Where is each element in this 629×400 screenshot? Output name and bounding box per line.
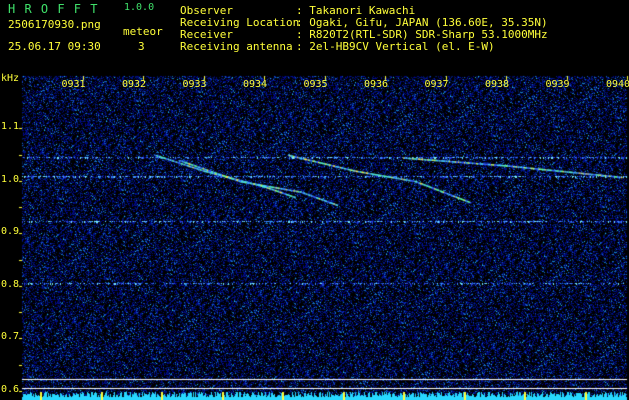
y-tick-label: 1.1 [1,121,20,133]
y-tick-label: 1.0 [1,173,20,185]
antenna-value: : 2el-HB9CV Vertical (el. E-W) [296,40,495,53]
datetime-label: 25.06.17 09:30 [8,40,101,53]
observer-value: : Takanori Kawachi [296,4,416,17]
app-version: 1.0.0 [124,2,155,13]
y-axis-unit: kHz [1,73,20,84]
x-tick-label: 0940 [606,79,629,90]
location-value: : Ogaki, Gifu, JAPAN (136.60E, 35.35N) [296,16,548,29]
x-tick-label: 0934 [243,79,268,90]
x-tick-label: 0938 [485,79,510,90]
y-tick-label: 0.7 [1,331,20,343]
x-tick-label: 0937 [424,79,449,90]
antenna-label: Receiving antenna [180,40,293,53]
x-tick-label: 0931 [61,79,86,90]
location-label: Receiving Location [180,16,300,29]
header-panel: H R O F F T 1.0.0 2506170930.png meteor … [0,0,629,75]
app-title: H R O F F T [8,2,99,16]
y-tick-label: 0.9 [1,226,20,238]
y-tick-label: 0.6 [1,383,20,395]
x-tick-label: 0932 [122,79,147,90]
filename-label: 2506170930.png [8,18,101,31]
x-tick-label: 0939 [545,79,570,90]
y-tick-label: 0.8 [1,278,20,290]
meteor-label: meteor [123,25,163,38]
receiver-value: : R820T2(RTL-SDR) SDR-Sharp 53.1000MHz [296,28,548,41]
x-tick-label: 0936 [364,79,389,90]
receiver-label: Receiver [180,28,233,41]
x-tick-label: 0933 [182,79,207,90]
x-tick-label: 0935 [303,79,328,90]
meteor-count: 3 [138,40,145,53]
observer-label: Observer [180,4,233,17]
